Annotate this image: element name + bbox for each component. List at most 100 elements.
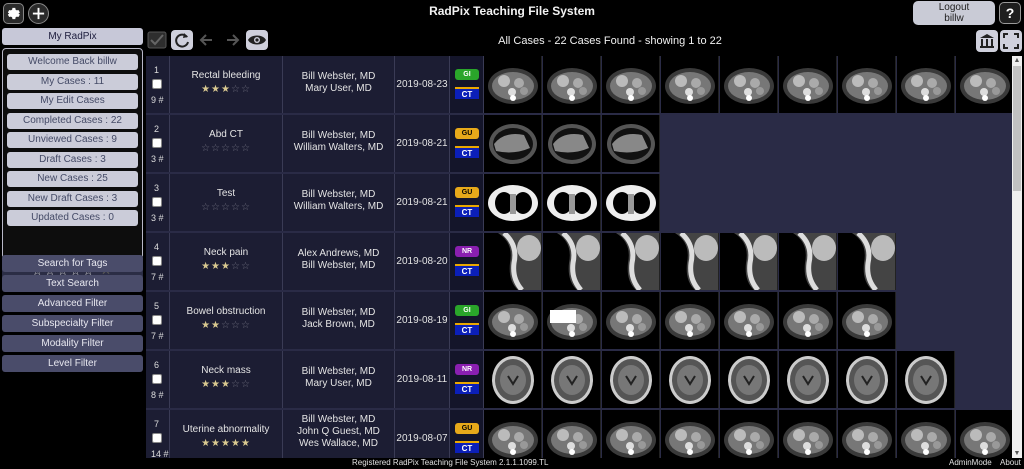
case-thumbnail[interactable] — [897, 351, 955, 408]
case-thumbnail[interactable] — [543, 351, 601, 408]
subspecialty-filter-button[interactable]: Subspecialty Filter — [2, 315, 143, 332]
subspecialty-badge[interactable]: GU — [455, 128, 479, 139]
sidebar-item-new-draft-cases[interactable]: New Draft Cases : 3 — [7, 190, 138, 207]
case-thumbnail[interactable] — [720, 410, 778, 458]
vertical-scrollbar[interactable]: ▲ ▼ — [1012, 56, 1022, 458]
case-thumbnail[interactable] — [720, 292, 778, 349]
case-title[interactable]: Neck mass — [170, 365, 282, 376]
subspecialty-badge[interactable]: GU — [455, 423, 479, 434]
case-thumbnail[interactable] — [661, 233, 719, 290]
case-row[interactable]: 1 9 # Rectal bleeding ★★★☆☆ Bill Webster… — [146, 56, 1012, 114]
case-thumbnail[interactable] — [602, 115, 660, 172]
subspecialty-badge[interactable]: GU — [455, 187, 479, 198]
modality-badge[interactable]: CT — [455, 87, 479, 99]
case-title-cell[interactable]: Rectal bleeding ★★★☆☆ — [170, 56, 283, 113]
case-thumbnail[interactable] — [956, 410, 1012, 458]
select-all-checkbox-icon[interactable] — [146, 30, 168, 50]
case-title-cell[interactable]: Uterine abnormality ★★★★★ — [170, 410, 283, 458]
case-select-checkbox[interactable] — [152, 79, 162, 89]
forward-arrow-icon[interactable] — [221, 30, 243, 50]
case-thumbnail[interactable] — [838, 351, 896, 408]
case-thumbnail[interactable] — [720, 351, 778, 408]
case-thumbnail[interactable] — [484, 174, 542, 231]
modality-badge[interactable]: CT — [455, 205, 479, 217]
case-row[interactable]: 2 3 # Abd CT ☆☆☆☆☆ Bill Webster, MD Willi… — [146, 115, 1012, 173]
case-select-checkbox[interactable] — [152, 138, 162, 148]
subspecialty-badge[interactable]: GI — [455, 69, 479, 80]
modality-filter-button[interactable]: Modality Filter — [2, 335, 143, 352]
advanced-filter-button[interactable]: Advanced Filter — [2, 295, 143, 312]
logout-button[interactable]: Logout billw — [913, 1, 995, 25]
sidebar-item-my-edit-cases[interactable]: My Edit Cases — [7, 93, 138, 109]
sidebar-item-completed-cases[interactable]: Completed Cases : 22 — [7, 112, 138, 129]
case-row[interactable]: 3 3 # Test ☆☆☆☆☆ Bill Webster, MD William… — [146, 174, 1012, 232]
case-title[interactable]: Test — [170, 188, 282, 199]
case-select-checkbox[interactable] — [152, 256, 162, 266]
case-thumbnail[interactable] — [779, 292, 837, 349]
modality-badge[interactable]: CT — [455, 146, 479, 158]
case-select-checkbox[interactable] — [152, 374, 162, 384]
case-thumbnail[interactable] — [779, 233, 837, 290]
sidebar-item-my-cases[interactable]: My Cases : 11 — [7, 73, 138, 90]
modality-badge[interactable]: CT — [455, 323, 479, 335]
modality-badge[interactable]: CT — [455, 382, 479, 394]
case-title-cell[interactable]: Abd CT ☆☆☆☆☆ — [170, 115, 283, 172]
case-title-cell[interactable]: Neck mass ★★★☆☆ — [170, 351, 283, 408]
case-thumbnail[interactable] — [720, 56, 778, 113]
case-thumbnail[interactable] — [897, 56, 955, 113]
sidebar-item-updated-cases[interactable]: Updated Cases : 0 — [7, 210, 138, 226]
case-thumbnail[interactable] — [484, 351, 542, 408]
modality-badge[interactable]: CT — [455, 264, 479, 276]
back-arrow-icon[interactable] — [196, 30, 218, 50]
case-thumbnail[interactable] — [661, 292, 719, 349]
case-thumbnail[interactable] — [661, 56, 719, 113]
case-thumbnail[interactable] — [779, 56, 837, 113]
case-title[interactable]: Abd CT — [170, 129, 282, 140]
case-thumbnail[interactable] — [838, 292, 896, 349]
sidebar-item-welcome[interactable]: Welcome Back billw — [7, 54, 138, 70]
case-thumbnail[interactable] — [602, 233, 660, 290]
help-button[interactable]: ? — [999, 2, 1021, 24]
case-thumbnail[interactable] — [602, 351, 660, 408]
subspecialty-badge[interactable]: GI — [455, 305, 479, 316]
modality-badge[interactable]: CT — [455, 441, 479, 453]
case-thumbnail[interactable] — [956, 56, 1012, 113]
case-thumbnail[interactable] — [897, 410, 955, 458]
case-thumbnail[interactable] — [484, 233, 542, 290]
case-thumbnail[interactable] — [484, 410, 542, 458]
admin-mode-link[interactable]: AdminMode — [949, 458, 992, 467]
case-thumbnail[interactable] — [484, 292, 542, 349]
case-thumbnail[interactable] — [543, 292, 601, 349]
case-title-cell[interactable]: Neck pain ★★★☆☆ — [170, 233, 283, 290]
case-title[interactable]: Rectal bleeding — [170, 70, 282, 81]
case-title[interactable]: Neck pain — [170, 247, 282, 258]
scroll-down-arrow-icon[interactable]: ▼ — [1012, 449, 1022, 458]
text-search-button[interactable]: Text Search — [2, 275, 143, 292]
case-thumbnail[interactable] — [661, 351, 719, 408]
case-thumbnail[interactable] — [602, 292, 660, 349]
case-thumbnail[interactable] — [838, 56, 896, 113]
case-thumbnail[interactable] — [543, 174, 601, 231]
scrollbar-thumb[interactable] — [1013, 66, 1021, 191]
case-thumbnail[interactable] — [543, 410, 601, 458]
case-row[interactable]: 5 7 # Bowel obstruction ★★☆☆☆ Bill Webst… — [146, 292, 1012, 350]
case-thumbnail[interactable] — [543, 115, 601, 172]
case-thumbnail[interactable] — [838, 410, 896, 458]
case-row[interactable]: 7 14 # Uterine abnormality ★★★★★ Bill We… — [146, 410, 1012, 458]
preview-eye-icon[interactable] — [246, 30, 268, 50]
subspecialty-badge[interactable]: NR — [455, 246, 479, 257]
level-filter-button[interactable]: Level Filter — [2, 355, 143, 372]
search-for-tags-button[interactable]: Search for Tags — [2, 255, 143, 272]
case-thumbnail[interactable] — [602, 174, 660, 231]
case-row[interactable]: 4 7 # Neck pain ★★★☆☆ Alex Andrews, MD Bi… — [146, 233, 1012, 291]
about-link[interactable]: About — [1000, 458, 1021, 467]
case-thumbnail[interactable] — [720, 233, 778, 290]
case-thumbnail[interactable] — [779, 351, 837, 408]
case-thumbnail[interactable] — [484, 56, 542, 113]
case-thumbnail[interactable] — [602, 410, 660, 458]
sidebar-item-draft-cases[interactable]: Draft Cases : 3 — [7, 151, 138, 168]
case-thumbnail[interactable] — [543, 56, 601, 113]
case-select-checkbox[interactable] — [152, 433, 162, 443]
case-thumbnail[interactable] — [779, 410, 837, 458]
case-select-checkbox[interactable] — [152, 197, 162, 207]
